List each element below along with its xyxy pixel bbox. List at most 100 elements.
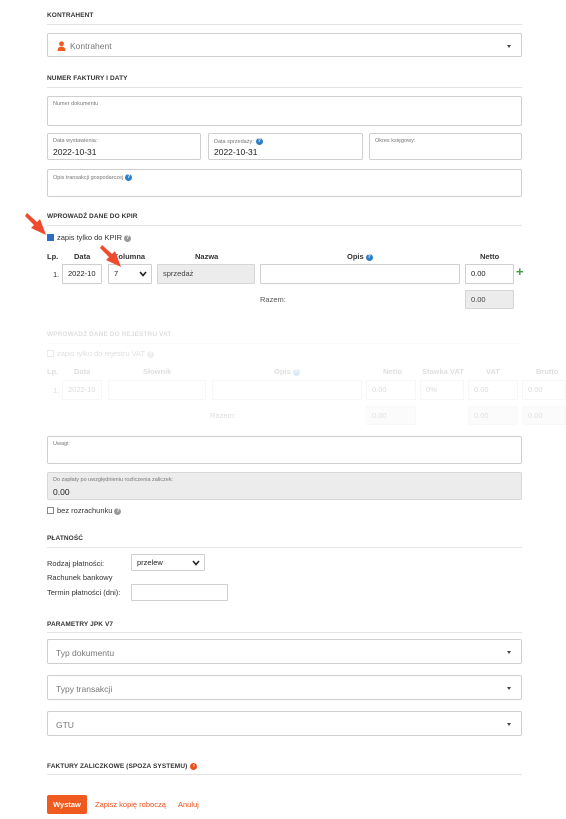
- kpir-col-desc: Opis: [347, 252, 364, 261]
- help-icon[interactable]: ?: [147, 350, 155, 358]
- divider: [47, 24, 522, 25]
- save-draft-link[interactable]: Zapisz kopię roboczą: [95, 800, 166, 809]
- help-icon[interactable]: ?: [124, 234, 132, 242]
- vat-row-date[interactable]: 2022-10: [62, 380, 102, 400]
- only-vat-label: zapis tylko do rejestru VAT: [57, 349, 146, 358]
- payment-type-select[interactable]: przelew: [131, 554, 205, 571]
- no-settlement-checkbox[interactable]: [47, 507, 54, 514]
- vat-total-label: Razem:: [210, 411, 236, 420]
- cancel-link[interactable]: Anuluj: [178, 800, 199, 809]
- transaction-types-placeholder: Typy transakcji: [56, 684, 113, 694]
- vat-row-rate[interactable]: 0%: [420, 380, 464, 400]
- chevron-down-icon: [507, 723, 512, 726]
- vat-col-gross: Brutto: [536, 367, 559, 376]
- vat-col-rate: Stawka VAT: [422, 367, 464, 376]
- kpir-col-name: Nazwa: [195, 252, 219, 261]
- payment-type-label: Rodzaj płatności:: [47, 559, 105, 568]
- help-icon[interactable]: ?: [292, 368, 300, 376]
- vat-row-lp: 1.: [53, 386, 60, 395]
- kpir-row-date-input[interactable]: 2022-10: [62, 264, 102, 284]
- tax-period-label: Okres księgowy:: [375, 138, 416, 144]
- divider: [47, 632, 522, 633]
- help-icon[interactable]: ?: [365, 253, 373, 261]
- payment-section-title: PŁATNOŚĆ: [47, 535, 84, 542]
- kpir-row-desc-input[interactable]: [260, 264, 460, 284]
- economic-description-field[interactable]: Opis transakcji gospodarczej?: [47, 169, 522, 197]
- document-type-placeholder: Typ dokumentu: [56, 648, 115, 658]
- issue-date-field[interactable]: Data wystawienia: 2022-10-31: [47, 133, 201, 160]
- kpir-section-title: WPROWADŹ DANE DO KPIR: [47, 213, 138, 220]
- kpir-total-label: Razem:: [260, 295, 286, 304]
- sale-date-field[interactable]: Data sprzedaży:? 2022-10-31: [208, 133, 363, 160]
- sale-date-label: Data sprzedaży:: [214, 138, 254, 145]
- vat-row-dict[interactable]: [108, 380, 206, 400]
- divider: [47, 225, 522, 226]
- vat-row-net[interactable]: 0.00: [366, 380, 416, 400]
- issue-button[interactable]: Wystaw: [47, 795, 87, 814]
- kpir-row-name: sprzedaż: [157, 264, 255, 284]
- person-icon: [57, 41, 66, 51]
- vat-row-desc[interactable]: [212, 380, 362, 400]
- vat-total-vat: 0.00: [468, 406, 518, 425]
- document-number-label: Numer dokumentu: [53, 101, 99, 107]
- add-row-icon[interactable]: +: [516, 264, 524, 279]
- vat-row-vat[interactable]: 0.00: [468, 380, 518, 400]
- transaction-types-select[interactable]: Typy transakcji: [47, 675, 522, 700]
- vat-row-gross[interactable]: 0.00: [522, 380, 566, 400]
- vat-col-lp: Lp.: [47, 367, 59, 376]
- chevron-down-icon: [507, 45, 512, 48]
- to-pay-label: Do zapłaty po uwzględnieniu rozliczenia …: [53, 477, 174, 483]
- divider: [47, 774, 522, 775]
- chevron-down-icon: [507, 651, 512, 654]
- gtu-placeholder: GTU: [56, 720, 74, 730]
- economic-description-label: Opis transakcji gospodarczej: [53, 174, 124, 181]
- only-kpir-label: zapis tylko do KPIR: [57, 233, 123, 242]
- arrow-right-circle-icon[interactable]: ›: [190, 763, 198, 770]
- vat-col-net: Netto: [383, 367, 403, 376]
- payment-due-label: Termin płatności (dni):: [47, 588, 121, 597]
- kpir-col-date: Data: [74, 252, 91, 261]
- sale-date-value: 2022-10-31: [214, 147, 258, 157]
- advance-invoices-title: FAKTURY ZALICZKOWE (SPOZA SYSTEMU): [47, 763, 188, 770]
- annotation-arrow-icon: [25, 213, 46, 235]
- kontrahent-placeholder: Kontrahent: [70, 41, 112, 51]
- gtu-select[interactable]: GTU: [47, 711, 522, 736]
- annotation-arrow-icon: [100, 245, 121, 267]
- vat-col-dict: Słownik: [143, 367, 172, 376]
- vat-col-vat: VAT: [486, 367, 500, 376]
- vat-total-net: 0.00: [366, 406, 416, 425]
- tax-period-field[interactable]: Okres księgowy:: [369, 133, 522, 160]
- issue-date-value: 2022-10-31: [53, 147, 97, 157]
- document-type-select[interactable]: Typ dokumentu: [47, 639, 522, 664]
- jpk-section-title: PARAMETRY JPK V7: [47, 621, 114, 628]
- bank-account-label: Rachunek bankowy: [47, 573, 113, 582]
- kpir-col-lp: Lp.: [47, 252, 59, 261]
- chevron-down-icon: [192, 560, 200, 566]
- divider: [47, 87, 522, 88]
- payment-type-value: przelew: [137, 558, 163, 567]
- to-pay-value: 0.00: [53, 487, 70, 497]
- kpir-row-lp: 1.: [53, 270, 60, 279]
- notes-label: Uwagi:: [53, 441, 70, 447]
- help-icon[interactable]: ?: [255, 138, 263, 145]
- help-icon[interactable]: ?: [114, 507, 122, 515]
- notes-field[interactable]: Uwagi:: [47, 436, 522, 464]
- vat-col-desc: Opis: [274, 367, 291, 376]
- kpir-row-net-input[interactable]: 0.00: [465, 264, 514, 284]
- vat-section-title: WPROWADŹ DANE DO REJESTRU VAT: [47, 331, 172, 338]
- vat-col-date: Data: [74, 367, 91, 376]
- help-icon[interactable]: ?: [125, 174, 133, 181]
- issue-date-label: Data wystawienia:: [53, 138, 98, 144]
- payment-due-input[interactable]: [131, 584, 228, 601]
- chevron-down-icon: [507, 687, 512, 690]
- invoice-section-title: NUMER FAKTURY I DATY: [47, 75, 128, 82]
- kpir-col-net: Netto: [480, 252, 500, 261]
- to-pay-field: Do zapłaty po uwzględnieniu rozliczenia …: [47, 472, 522, 500]
- no-settlement-label: bez rozrachunku: [57, 506, 113, 515]
- kontrahent-select[interactable]: Kontrahent: [47, 33, 522, 57]
- only-vat-checkbox[interactable]: [47, 350, 54, 357]
- chevron-down-icon: [139, 271, 147, 277]
- document-number-field[interactable]: Numer dokumentu: [47, 96, 522, 126]
- vat-total-gross: 0.00: [522, 406, 566, 425]
- kpir-row-column-value: 7: [114, 269, 119, 278]
